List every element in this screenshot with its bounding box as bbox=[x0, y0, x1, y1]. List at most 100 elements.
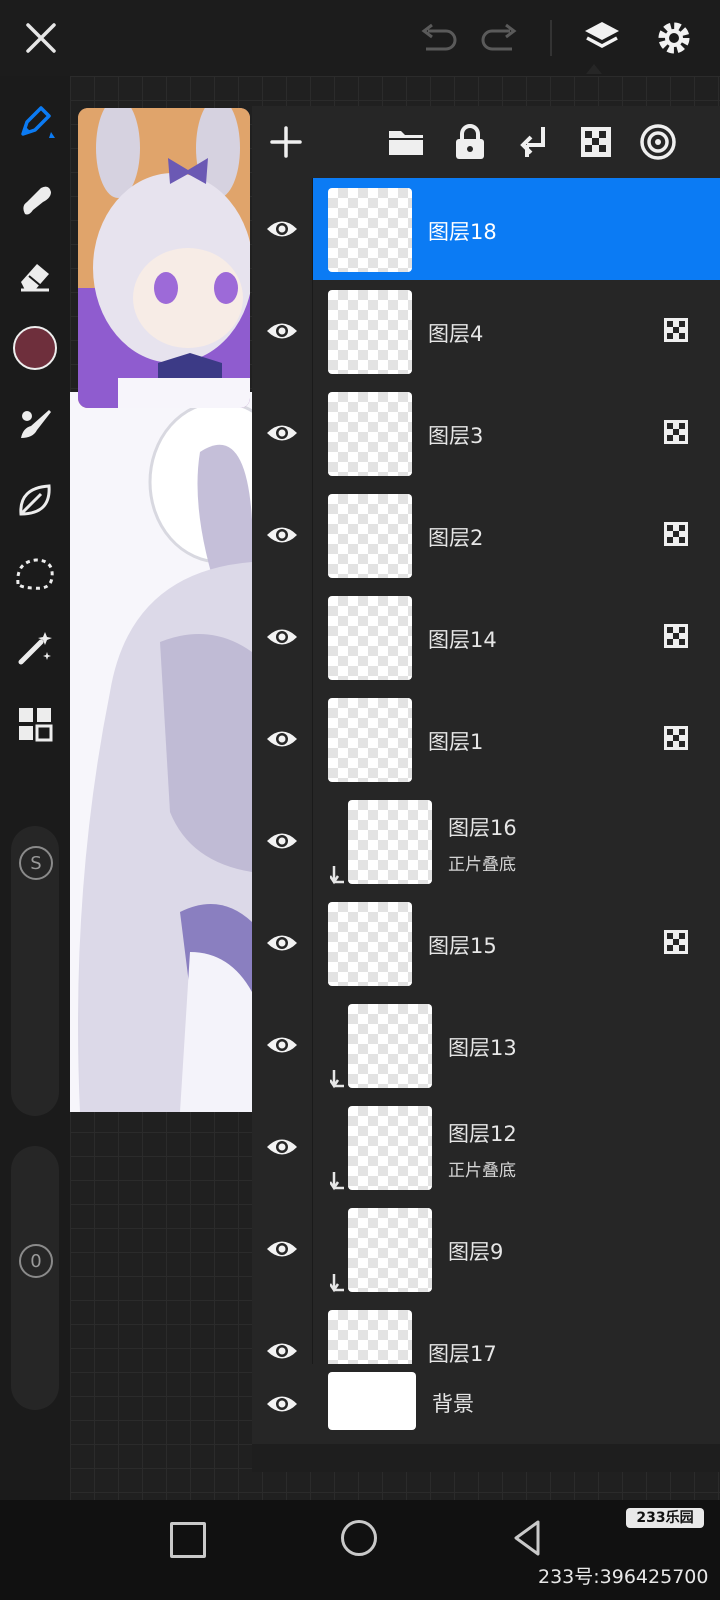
visibility-eye-icon[interactable] bbox=[252, 280, 312, 382]
layer-name: 图层2 bbox=[428, 526, 484, 550]
layer-row[interactable]: 图层3 bbox=[252, 382, 720, 485]
alpha-lock-icon bbox=[664, 318, 688, 342]
layers-panel: 图层18 图层4 图层3 图层2 图层14 图层1 图层16 正片叠底 图层15 图层13 图层12… bbox=[252, 106, 720, 1472]
visibility-eye-icon[interactable] bbox=[252, 790, 312, 892]
blend-mode-label: 正片叠底 bbox=[448, 1161, 516, 1181]
layer-name: 图层16 bbox=[448, 816, 517, 840]
eraser-icon[interactable] bbox=[11, 252, 59, 300]
clipping-arrow-icon bbox=[328, 1272, 346, 1294]
selection-icon[interactable] bbox=[11, 550, 59, 598]
layer-row[interactable]: 图层12 正片叠底 bbox=[252, 1096, 720, 1199]
divider bbox=[312, 1198, 313, 1300]
artwork-canvas[interactable] bbox=[70, 392, 252, 1112]
divider bbox=[312, 1096, 313, 1198]
visibility-eye-icon[interactable] bbox=[252, 688, 312, 790]
layer-row[interactable]: 图层17 bbox=[252, 1300, 720, 1364]
visibility-eye-icon[interactable] bbox=[252, 484, 312, 586]
divider bbox=[312, 280, 313, 382]
background-layer-row[interactable]: 背景 bbox=[252, 1364, 720, 1444]
visibility-eye-icon[interactable] bbox=[252, 178, 312, 280]
layer-name: 图层1 bbox=[428, 730, 484, 754]
brush-opacity-slider[interactable]: 0 bbox=[11, 1146, 59, 1410]
layer-row[interactable]: 图层13 bbox=[252, 994, 720, 1097]
color-swatch[interactable] bbox=[11, 324, 59, 372]
recents-button[interactable] bbox=[170, 1522, 206, 1558]
layer-name: 图层13 bbox=[448, 1036, 517, 1060]
divider bbox=[550, 20, 552, 56]
layer-thumbnail bbox=[348, 800, 432, 884]
visibility-eye-icon[interactable] bbox=[252, 892, 312, 994]
divider bbox=[312, 892, 313, 994]
top-bar bbox=[0, 0, 720, 76]
redo-icon[interactable] bbox=[476, 14, 524, 62]
settings-gear-icon[interactable] bbox=[650, 14, 698, 62]
layer-row[interactable]: 图层14 bbox=[252, 586, 720, 689]
magic-wand-icon[interactable] bbox=[11, 624, 59, 672]
visibility-eye-icon[interactable] bbox=[252, 994, 312, 1096]
layer-row[interactable]: 图层15 bbox=[252, 892, 720, 995]
alpha-lock-icon bbox=[664, 726, 688, 750]
alpha-lock-icon bbox=[664, 624, 688, 648]
layers-header bbox=[252, 106, 720, 178]
layer-name: 图层17 bbox=[428, 1342, 497, 1364]
add-layer-icon[interactable] bbox=[262, 118, 310, 166]
layer-row[interactable]: 图层1 bbox=[252, 688, 720, 791]
liquify-icon[interactable] bbox=[11, 476, 59, 524]
back-button[interactable] bbox=[512, 1520, 542, 1560]
layer-row[interactable]: 图层16 正片叠底 bbox=[252, 790, 720, 893]
background-thumbnail bbox=[328, 1372, 416, 1430]
smudge-icon[interactable] bbox=[11, 176, 59, 224]
layers-icon[interactable] bbox=[578, 14, 626, 62]
layer-thumbnail bbox=[328, 698, 412, 782]
layer-thumbnail bbox=[348, 1208, 432, 1292]
brush-icon[interactable] bbox=[11, 98, 59, 146]
layer-name: 图层4 bbox=[428, 322, 484, 346]
layer-thumbnail bbox=[328, 290, 412, 374]
alpha-lock-icon bbox=[664, 522, 688, 546]
panels-icon[interactable] bbox=[11, 700, 59, 748]
undo-icon[interactable] bbox=[414, 14, 462, 62]
folder-icon[interactable] bbox=[382, 118, 430, 166]
layer-thumbnail bbox=[348, 1106, 432, 1190]
divider bbox=[312, 178, 313, 280]
clipping-mask-icon[interactable] bbox=[510, 118, 558, 166]
mixer-brush-icon[interactable] bbox=[11, 400, 59, 448]
watermark-badge: 233乐园 bbox=[626, 1508, 704, 1528]
clipping-arrow-icon bbox=[328, 1170, 346, 1192]
visibility-eye-icon[interactable] bbox=[252, 1198, 312, 1300]
divider bbox=[312, 790, 313, 892]
layer-thumbnail bbox=[328, 494, 412, 578]
background-layer-label: 背景 bbox=[432, 1392, 474, 1416]
layer-row[interactable]: 图层9 bbox=[252, 1198, 720, 1301]
reference-layer-icon[interactable] bbox=[634, 118, 682, 166]
layer-thumbnail bbox=[328, 392, 412, 476]
alpha-lock-icon bbox=[664, 930, 688, 954]
blend-mode-label: 正片叠底 bbox=[448, 855, 516, 875]
watermark-id-text: 233号:396425700 bbox=[538, 1566, 709, 1588]
reference-image[interactable] bbox=[78, 108, 250, 408]
divider bbox=[312, 586, 313, 688]
layer-row[interactable]: 图层4 bbox=[252, 280, 720, 383]
visibility-eye-icon[interactable] bbox=[252, 1364, 312, 1444]
clipping-arrow-icon bbox=[328, 864, 346, 886]
alpha-lock-icon bbox=[664, 420, 688, 444]
divider bbox=[312, 382, 313, 484]
lock-icon[interactable] bbox=[446, 118, 494, 166]
home-button[interactable] bbox=[341, 1520, 377, 1556]
layer-row[interactable]: 图层2 bbox=[252, 484, 720, 587]
divider bbox=[312, 1300, 313, 1364]
layer-name: 图层9 bbox=[448, 1240, 504, 1264]
layer-name: 图层14 bbox=[428, 628, 497, 652]
layer-thumbnail bbox=[328, 1310, 412, 1364]
visibility-eye-icon[interactable] bbox=[252, 382, 312, 484]
close-icon[interactable] bbox=[17, 14, 65, 62]
layer-row[interactable]: 图层18 bbox=[252, 178, 720, 281]
layer-name: 图层3 bbox=[428, 424, 484, 448]
alpha-lock-icon[interactable] bbox=[572, 118, 620, 166]
divider bbox=[312, 484, 313, 586]
visibility-eye-icon[interactable] bbox=[252, 1096, 312, 1198]
layer-thumbnail bbox=[328, 596, 412, 680]
visibility-eye-icon[interactable] bbox=[252, 586, 312, 688]
brush-size-slider[interactable]: S bbox=[11, 826, 59, 1116]
visibility-eye-icon[interactable] bbox=[252, 1300, 312, 1364]
